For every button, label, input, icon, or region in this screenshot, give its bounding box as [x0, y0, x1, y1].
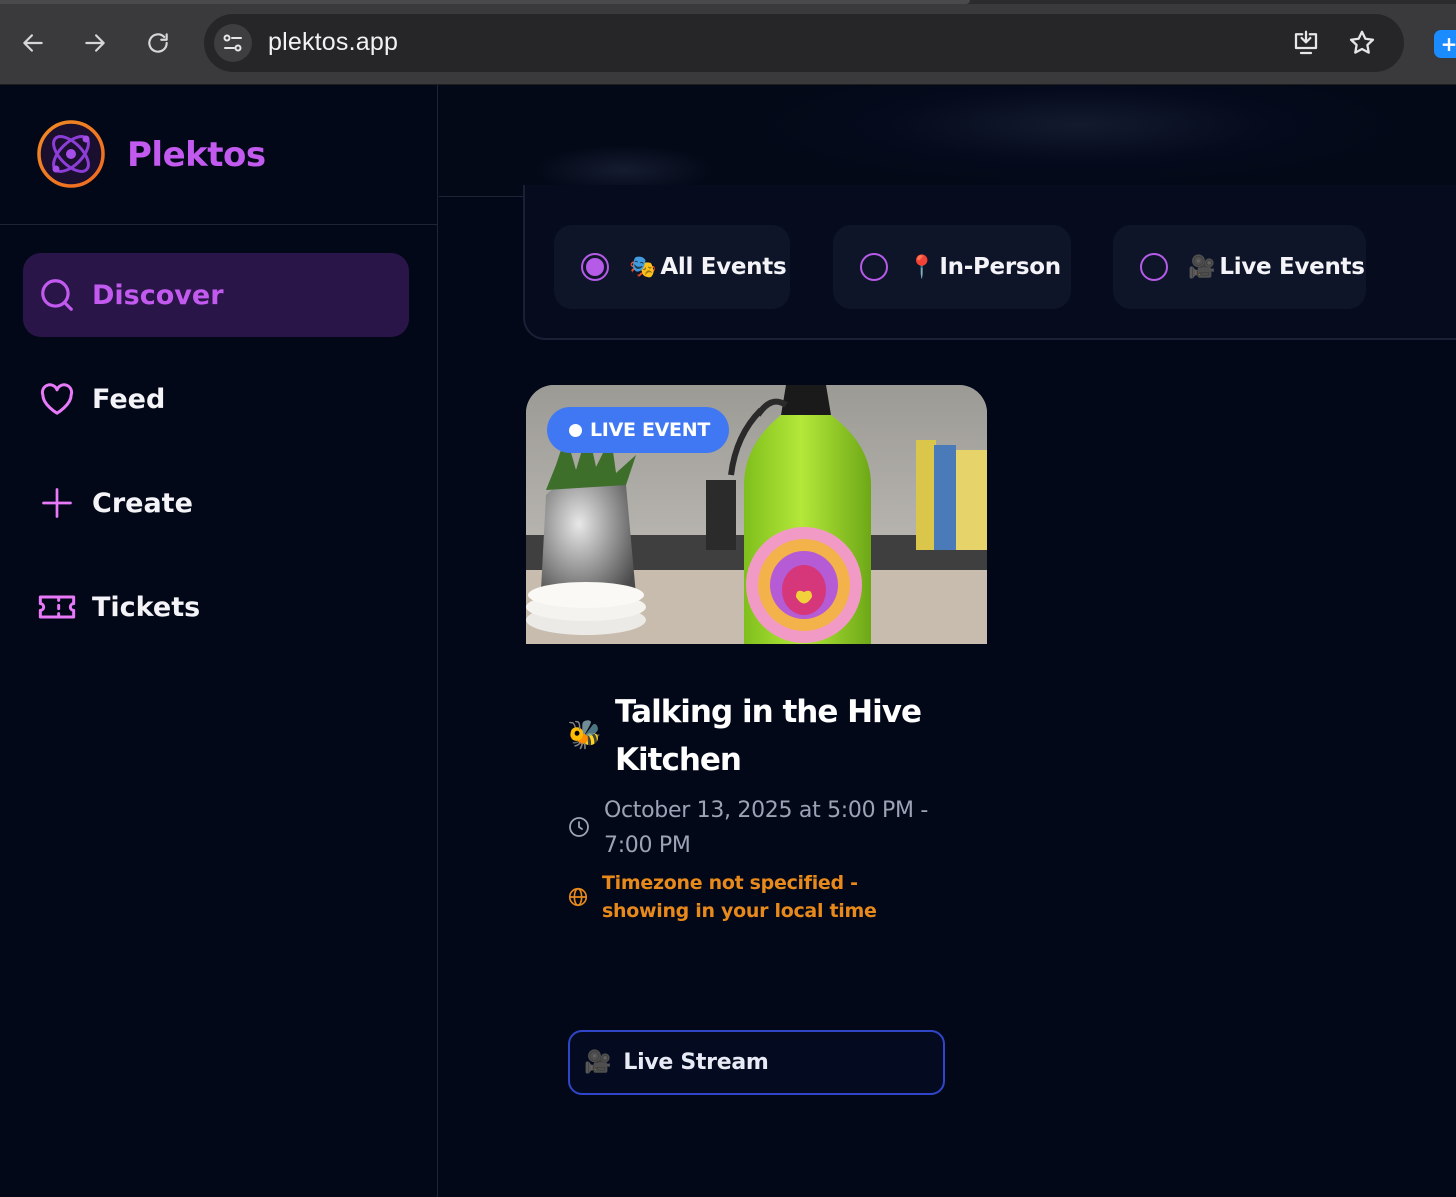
sidebar: Plektos Discover Feed Create Tickets [0, 85, 438, 1197]
arrow-left-icon [23, 34, 43, 52]
movie-camera-icon: 🎥 [584, 1050, 612, 1075]
back-button[interactable] [16, 26, 50, 60]
extension-icon: + [1440, 32, 1456, 56]
reload-icon [148, 33, 168, 53]
address-bar[interactable]: plektos.app [204, 14, 1404, 72]
filter-in-person[interactable]: 📍 In-Person [833, 225, 1071, 309]
filter-label: Live Events [1219, 254, 1365, 280]
main-header [439, 85, 1456, 197]
sidebar-item-label: Discover [92, 279, 224, 311]
active-tab-edge [0, 0, 970, 4]
event-title[interactable]: Talking in the Hive Kitchen [615, 688, 935, 784]
brand-name[interactable]: Plektos [127, 135, 266, 175]
install-icon [1294, 30, 1318, 55]
tune-icon [223, 34, 242, 52]
event-date: October 13, 2025 at 5:00 PM - 7:00 PM [604, 798, 928, 858]
clock-icon [569, 817, 589, 837]
forward-button[interactable] [78, 26, 112, 60]
sidebar-item-feed[interactable]: Feed [23, 357, 409, 441]
browser-toolbar: plektos.app + [0, 0, 1456, 85]
sidebar-item-tickets[interactable]: Tickets [23, 565, 409, 649]
radio-unselected[interactable] [1140, 253, 1168, 281]
theater-masks-icon: 🎭 [629, 254, 657, 280]
filter-label: All Events [660, 254, 787, 280]
ticket-icon [37, 587, 77, 627]
live-event-badge: LIVE EVENT [547, 407, 729, 453]
filter-all-events[interactable]: 🎭 All Events [554, 225, 790, 309]
heart-icon [37, 379, 77, 419]
filter-label: In-Person [939, 254, 1061, 280]
sidebar-item-label: Tickets [92, 591, 201, 623]
globe-icon [568, 887, 588, 907]
arrow-right-icon [85, 34, 105, 52]
main-content: 🎭 All Events 📍 In-Person 🎥 Live Events L… [439, 85, 1456, 1197]
brand-header: Plektos [0, 85, 438, 225]
live-stream-label: Live Stream [623, 1050, 769, 1075]
sidebar-item-create[interactable]: Create [23, 461, 409, 545]
live-dot-icon [569, 423, 582, 437]
movie-camera-icon: 🎥 [1188, 254, 1216, 280]
event-cover-image[interactable]: LIVE EVENT [526, 385, 987, 644]
pin-icon: 📍 [908, 254, 936, 280]
tab-strip [0, 0, 1456, 4]
site-settings-button[interactable] [214, 24, 252, 62]
plektos-logo-icon[interactable] [36, 119, 106, 189]
sidebar-item-label: Create [92, 487, 193, 519]
install-app-button[interactable] [1290, 27, 1322, 59]
url-text[interactable]: plektos.app [268, 28, 398, 57]
extension-button[interactable]: + [1434, 30, 1456, 58]
reload-button[interactable] [141, 26, 175, 60]
sidebar-item-discover[interactable]: Discover [23, 253, 409, 337]
badge-text: LIVE EVENT [590, 419, 710, 441]
radio-dot [586, 258, 604, 276]
timezone-warning: Timezone not specified - showing in your… [602, 872, 877, 922]
radio-unselected[interactable] [860, 253, 888, 281]
search-icon [37, 275, 77, 315]
bee-icon: 🐝 [567, 718, 602, 751]
star-icon [1349, 30, 1375, 54]
filter-live-events[interactable]: 🎥 Live Events [1113, 225, 1366, 309]
bookmark-button[interactable] [1346, 27, 1378, 59]
live-stream-button[interactable]: 🎥 Live Stream [568, 1030, 945, 1095]
sidebar-item-label: Feed [92, 383, 166, 415]
radio-selected[interactable] [581, 253, 609, 281]
plus-icon [37, 483, 77, 523]
